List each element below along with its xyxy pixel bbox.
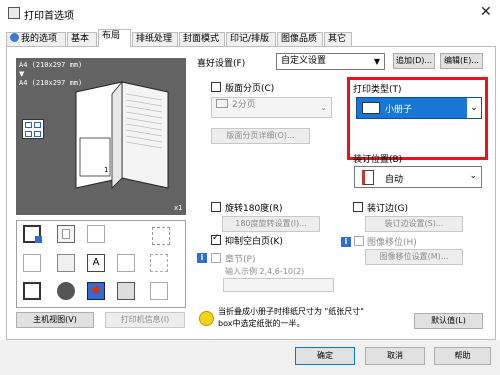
lightbulb-icon: [199, 311, 214, 326]
title-bar: 打印首选项 ✕: [0, 0, 500, 28]
ok-button[interactable]: 确定: [295, 347, 355, 365]
dialog-footer: [0, 340, 500, 375]
rotate-checkbox[interactable]: [211, 202, 221, 212]
tab-basic[interactable]: 基本: [67, 32, 97, 46]
preview-paper-size-2: A4 (210x297 mm): [19, 79, 83, 87]
booklet-icon: [362, 102, 380, 114]
tab-finishing[interactable]: 排纸处理: [132, 32, 178, 46]
add-button[interactable]: 追加(D)...: [393, 53, 435, 69]
chevron-down-icon: ▼: [373, 57, 380, 66]
secure-print-icon: [23, 282, 41, 300]
message-line-2: box中选定纸张的一半。: [218, 319, 305, 328]
user-icon: [10, 33, 19, 42]
window-title: 打印首选项: [24, 11, 74, 22]
machine-thumbnail: [22, 119, 44, 139]
document-function-icon: [117, 254, 135, 272]
chapter-label: 章节(P): [225, 255, 256, 265]
printer-info-button[interactable]: 打印机信息(I): [105, 312, 185, 328]
main-view-button[interactable]: 主机视图(V): [16, 312, 94, 328]
page-function-icon: [87, 225, 105, 243]
combination-detail-button[interactable]: 版面分页详细(O)...: [211, 128, 310, 144]
help-button[interactable]: 帮助: [434, 347, 491, 365]
account-track-icon: [87, 282, 105, 300]
binding-label: 装订位置(B): [353, 155, 403, 165]
tab-other[interactable]: 其它: [324, 32, 352, 46]
svg-text:1: 1: [104, 166, 108, 174]
binding-margin-label: 装订边(G): [367, 204, 408, 214]
binding-margin-checkbox[interactable]: [353, 202, 363, 212]
print-type-value: 小册子: [385, 105, 413, 115]
image-shift-label: 图像移位(H): [367, 238, 417, 248]
function-icon-grid: A: [16, 220, 186, 308]
binding-margin-detail-button[interactable]: 装订边设置(S)...: [365, 216, 463, 232]
overlay-function-icon: [117, 282, 135, 300]
cancel-button[interactable]: 取消: [365, 347, 425, 365]
info-icon: i: [197, 253, 207, 263]
booklet-function-icon: [57, 225, 75, 243]
preview-scale: x1: [174, 204, 183, 212]
image-shift-checkbox[interactable]: [354, 236, 364, 246]
tab-image-quality[interactable]: 图像品质: [277, 32, 323, 46]
chapter-hint: 输入示例 2,4,6-10(2): [225, 267, 305, 276]
info-icon: i: [341, 237, 351, 247]
message-line-1: 当折叠成小册子时排纸尺寸为 "纸张尺寸": [218, 307, 364, 316]
chevron-down-icon: ⌄: [320, 103, 327, 112]
print-preview: A4 (210x297 mm) ▼ A4 (210x297 mm) 1 x1: [16, 58, 186, 215]
chapter-input[interactable]: [223, 278, 334, 292]
letter-a-icon: A: [87, 254, 105, 272]
combination-select[interactable]: 2分页 ⌄: [211, 97, 332, 118]
tab-cover-mode[interactable]: 封面模式: [179, 32, 225, 46]
tab-layout[interactable]: 布局: [98, 29, 131, 47]
close-icon[interactable]: ✕: [480, 4, 492, 20]
favorites-label: 喜好设置(F): [197, 59, 246, 69]
print-type-select[interactable]: 小册子 ⌄: [356, 97, 482, 119]
arrow-down-icon: ▼: [19, 70, 25, 78]
default-button[interactable]: 默认值(L): [414, 313, 483, 329]
binding-page-icon: [362, 170, 374, 185]
preview-paper-size-1: A4 (210x297 mm): [19, 61, 83, 69]
favorites-select[interactable]: 自定义设置 ▼: [276, 53, 385, 70]
rotate-label: 旋转180度(R): [225, 204, 283, 214]
binding-value: 自动: [385, 175, 404, 185]
combination-checkbox[interactable]: [211, 82, 221, 92]
edit-button[interactable]: 编辑(E)...: [440, 53, 483, 69]
booklet-preview: 1: [75, 80, 169, 189]
duplex-function-icon: [150, 254, 168, 272]
combination-function-icon: [23, 225, 42, 243]
chapter-checkbox[interactable]: [211, 253, 221, 263]
rotate-detail-button[interactable]: 180度旋转设置(I)...: [222, 216, 320, 232]
combination-label: 版面分页(C): [225, 84, 275, 94]
print-type-label: 打印类型(T): [353, 85, 402, 95]
checkmark-icon: ✓: [212, 233, 220, 243]
user-auth-icon: [57, 282, 75, 300]
page-layout-icon: [57, 254, 75, 272]
staple-function-icon: [152, 227, 170, 245]
image-shift-detail-button[interactable]: 图像移位设置(M)...: [365, 249, 463, 265]
copy-function-icon: [23, 254, 41, 272]
chevron-down-icon: ⌄: [467, 98, 481, 118]
chevron-down-icon: ⌄: [469, 171, 477, 181]
box-save-icon: [150, 282, 168, 300]
tab-my-options[interactable]: 我的选项: [6, 32, 66, 46]
tab-label: 我的选项: [21, 34, 58, 44]
tab-stamp[interactable]: 印记/排版: [226, 32, 276, 46]
combination-thumb-icon: [216, 99, 228, 108]
favorites-value: 自定义设置: [281, 56, 327, 66]
printer-icon: [8, 7, 20, 19]
binding-select[interactable]: 自动 ⌄: [354, 166, 482, 188]
combination-value: 2分页: [232, 100, 256, 110]
skip-blank-checkbox[interactable]: ✓: [211, 233, 221, 245]
skip-blank-label: 抑制空白页(K): [225, 237, 283, 247]
